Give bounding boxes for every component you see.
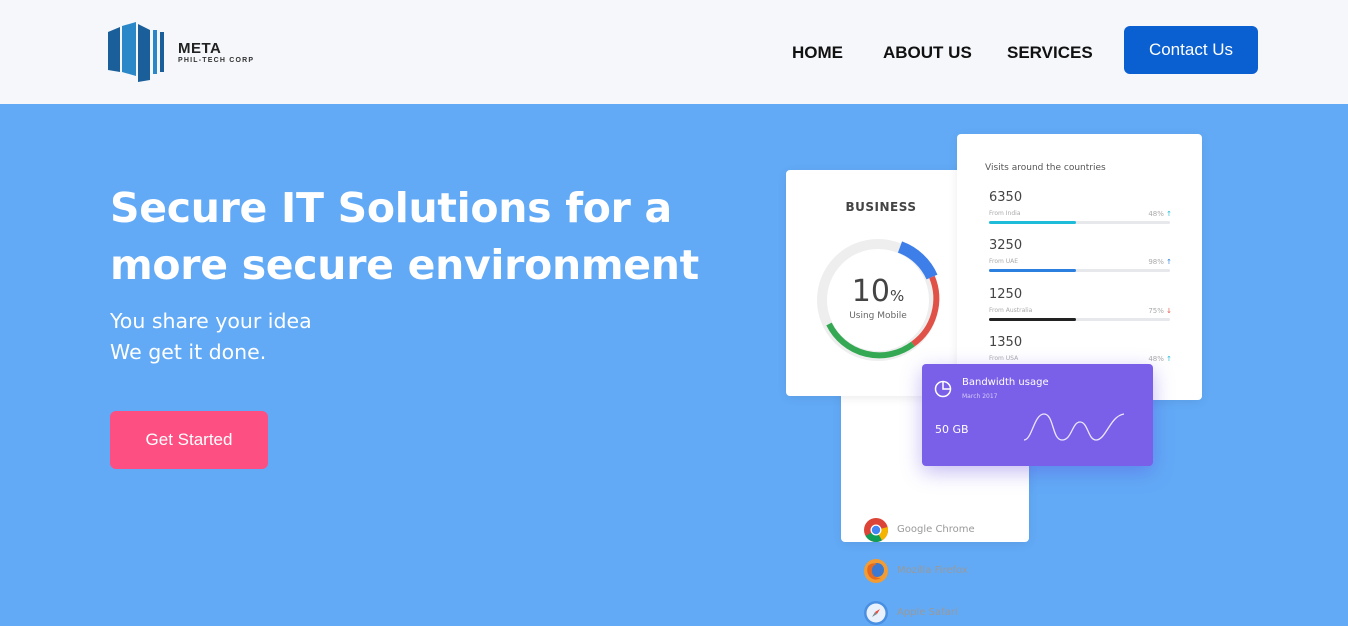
visit-percent: 75% ↓: [1148, 307, 1172, 315]
visit-value: 1350: [989, 335, 1023, 350]
browser-name: Mozilla Firefox: [897, 565, 968, 576]
visit-from: From India: [989, 210, 1021, 217]
visit-from: From Australia: [989, 307, 1033, 314]
visits-title: Visits around the countries: [985, 163, 1106, 173]
chrome-icon: [864, 518, 889, 543]
browser-name: Google Chrome: [897, 524, 975, 535]
trend-down-icon: ↓: [1166, 307, 1172, 315]
visit-percent-value: 75%: [1148, 307, 1164, 315]
contact-us-button[interactable]: Contact Us: [1124, 26, 1258, 74]
visit-percent-value: 48%: [1148, 210, 1164, 218]
bandwidth-card: Bandwidth usage March 2017 50 GB: [922, 364, 1153, 466]
visit-value: 1250: [989, 287, 1023, 302]
get-started-button[interactable]: Get Started: [110, 411, 268, 469]
logo[interactable]: META PHIL-TECH CORP: [108, 22, 278, 82]
visit-row: 1250 From Australia 75% ↓: [989, 287, 1172, 327]
logo-text: META: [178, 40, 222, 57]
visit-row: 3250 From UAE 98% ↑: [989, 238, 1172, 278]
bandwidth-sparkline: [1023, 413, 1125, 441]
donut-unit: %: [889, 287, 905, 305]
browser-name: Apple Safari: [897, 607, 958, 618]
visit-progress-track: [989, 269, 1170, 272]
donut-value: 10%: [812, 274, 944, 309]
hero-title: Secure IT Solutions for a more secure en…: [110, 184, 699, 289]
hero-subtitle: You share your idea We get it done.: [110, 306, 312, 368]
donut-number: 10: [851, 274, 890, 309]
visit-value: 3250: [989, 238, 1023, 253]
logo-subtext: PHIL-TECH CORP: [178, 57, 255, 64]
nav-home[interactable]: HOME: [792, 43, 843, 63]
visit-percent-value: 48%: [1148, 355, 1164, 363]
trend-up-icon: ↑: [1166, 210, 1172, 218]
hero-subtitle-line: We get it done.: [110, 340, 267, 364]
visit-percent: 98% ↑: [1148, 258, 1172, 266]
visit-progress-fill: [989, 221, 1076, 224]
donut-label: Using Mobile: [849, 311, 907, 321]
bandwidth-date: March 2017: [962, 393, 998, 400]
logo-mark-icon: [108, 22, 164, 82]
bandwidth-value: 50 GB: [935, 423, 969, 436]
business-title: BUSINESS: [845, 200, 917, 214]
visit-from: From USA: [989, 355, 1019, 362]
visit-progress-track: [989, 221, 1170, 224]
visits-card: Visits around the countries 6350 From In…: [957, 134, 1202, 400]
visit-progress-fill: [989, 318, 1076, 321]
nav-about-us[interactable]: ABOUT US: [883, 43, 972, 63]
site-header: META PHIL-TECH CORP HOME ABOUT US SERVIC…: [0, 0, 1348, 104]
nav-services[interactable]: SERVICES: [1007, 43, 1093, 63]
browser-row: Apple Safari: [863, 600, 1013, 626]
visit-from: From UAE: [989, 258, 1019, 265]
pie-chart-icon: [934, 380, 952, 398]
safari-icon: [864, 601, 888, 625]
browser-row: Mozilla Firefox: [863, 558, 1013, 584]
browser-row: Google Chrome: [863, 517, 1013, 543]
visit-percent: 48% ↑: [1148, 355, 1172, 363]
firefox-icon: [864, 559, 888, 583]
visit-percent: 48% ↑: [1148, 210, 1172, 218]
visit-percent-value: 98%: [1148, 258, 1164, 266]
hero-subtitle-line: You share your idea: [110, 309, 312, 333]
visit-row: 6350 From India 48% ↑: [989, 190, 1172, 230]
bandwidth-title: Bandwidth usage: [962, 377, 1049, 388]
visit-progress-track: [989, 318, 1170, 321]
hero-section: Secure IT Solutions for a more secure en…: [0, 104, 1348, 626]
business-card: BUSINESS 10% Using Mobile: [786, 170, 976, 396]
trend-up-icon: ↑: [1166, 258, 1172, 266]
visit-progress-fill: [989, 269, 1076, 272]
trend-up-icon: ↑: [1166, 355, 1172, 363]
visit-value: 6350: [989, 190, 1023, 205]
